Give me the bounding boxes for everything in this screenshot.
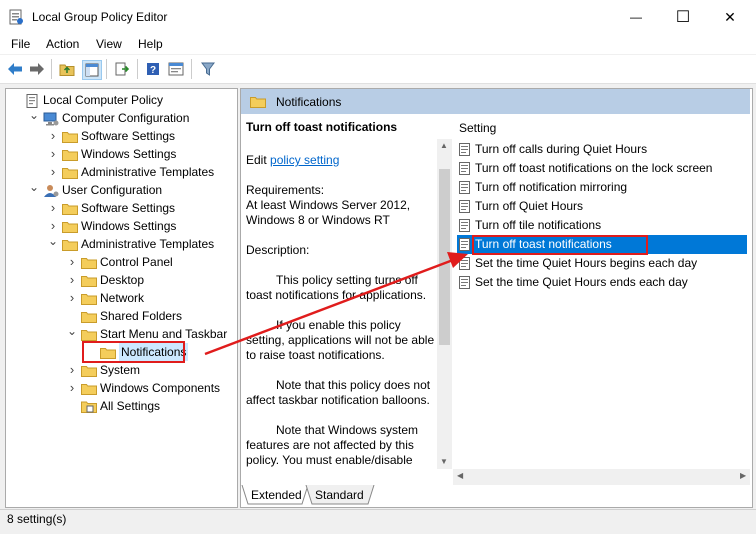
annotation-arrow [204,252,468,356]
